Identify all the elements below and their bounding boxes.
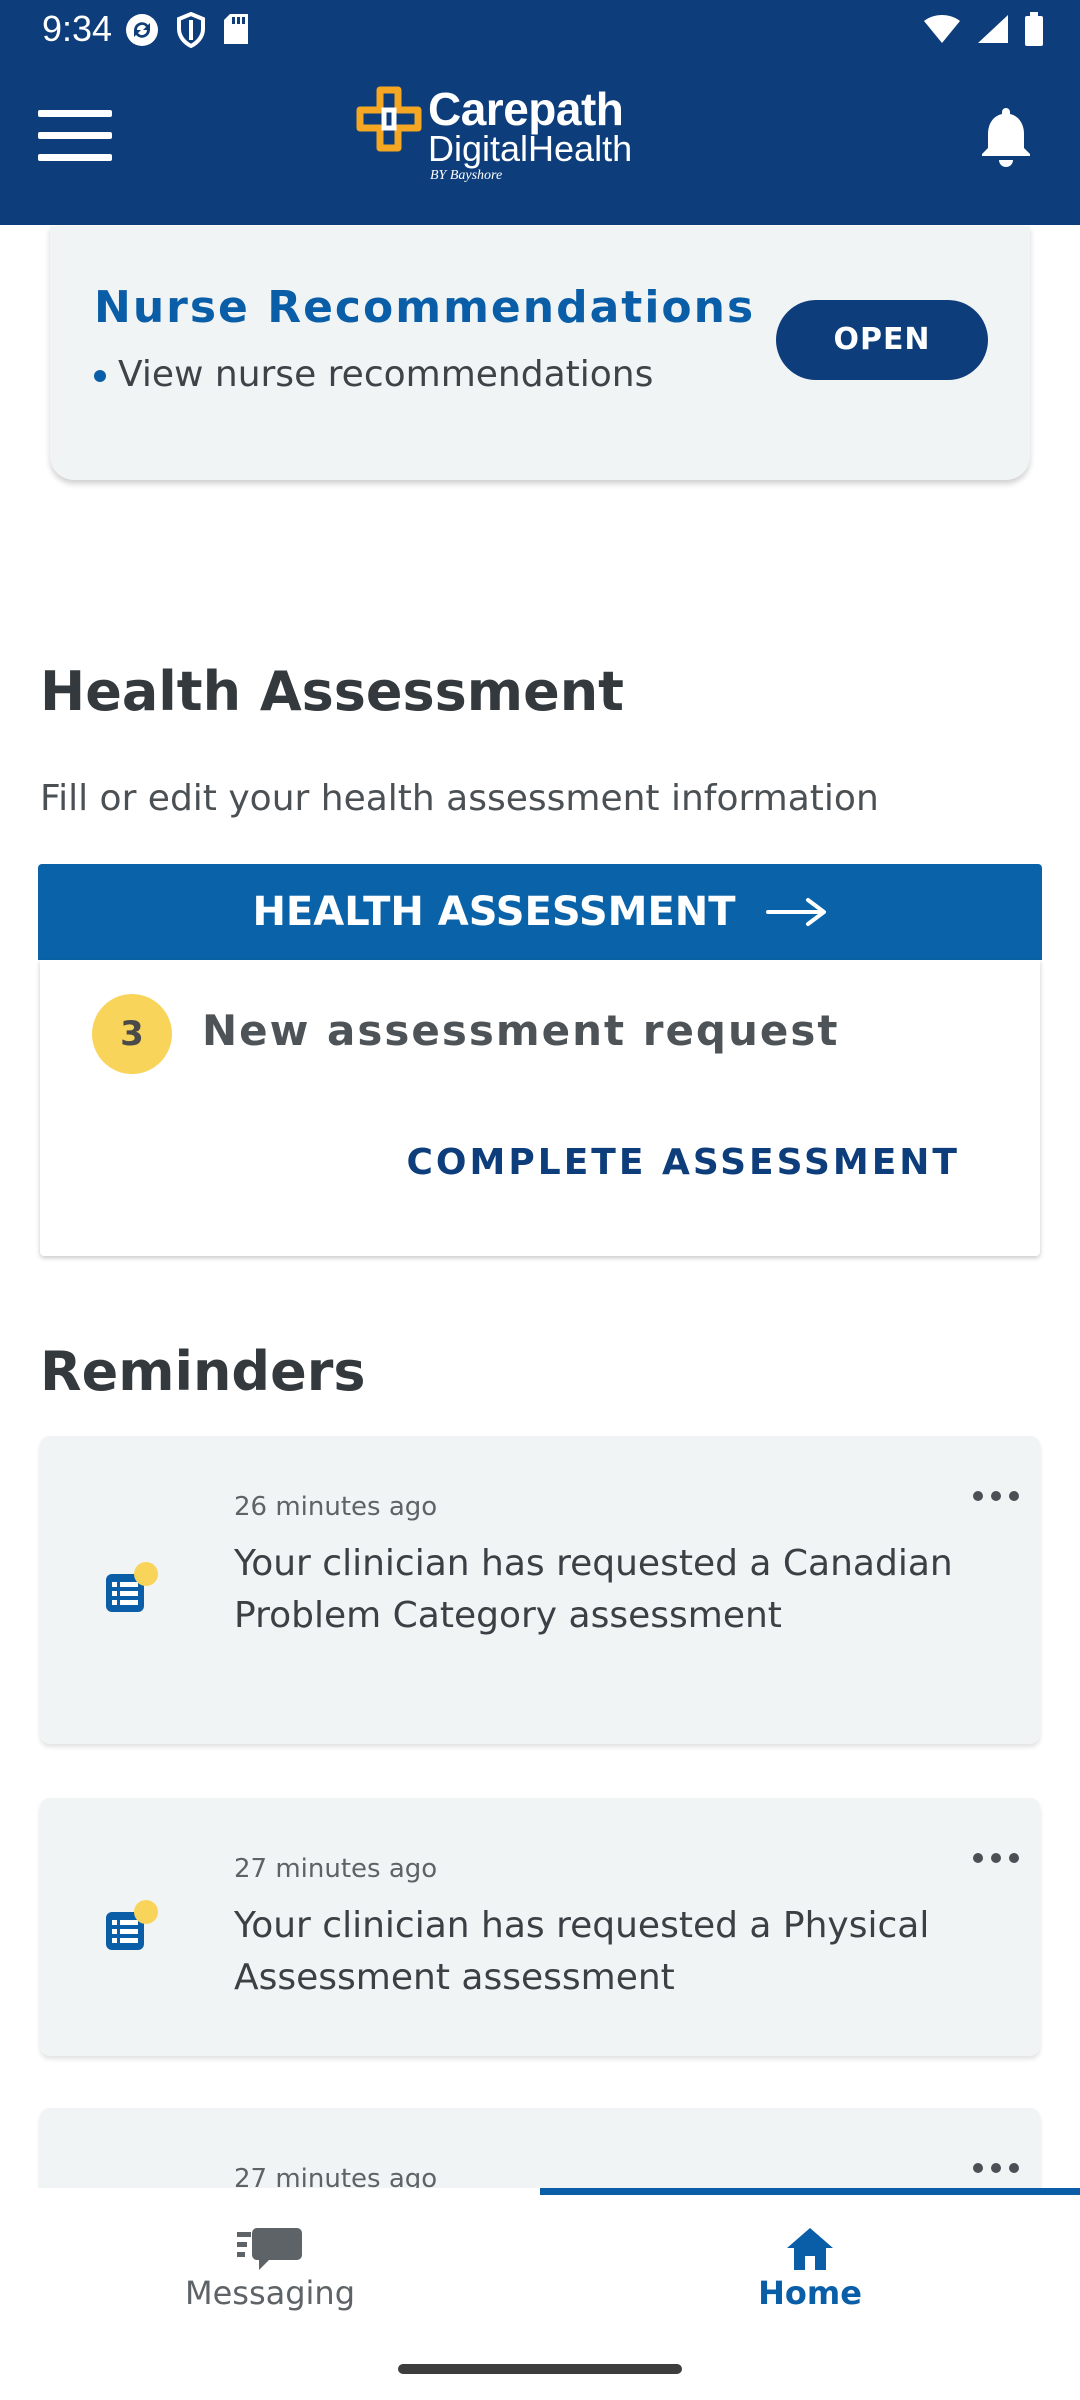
wifi-icon [924,15,960,43]
notifications-bell-icon[interactable] [974,104,1038,168]
nurse-card-subtitle-text: View nurse recommendations [118,354,654,395]
status-right-icons [922,12,1044,46]
status-time: 9:34 [42,8,113,49]
sd-card-icon [224,14,248,44]
app-header: 9:34 Carepath DigitalHealth BY Bayshore [0,0,1080,225]
carepath-logo: Carepath DigitalHealth BY Bayshore [354,82,654,188]
reminder-card[interactable]: 27 minutes ago Your clinician has reques… [40,1798,1040,2056]
reminder-time: 26 minutes ago [234,1492,438,1522]
health-assessment-button-label: HEALTH ASSESSMENT [252,889,736,935]
reminder-message: Your clinician has requested a Canadian … [234,1543,953,1636]
nurse-card-subtitle: View nurse recommendations [94,354,653,395]
more-options-icon[interactable] [968,1484,1024,1508]
status-bar: 9:34 [0,0,1080,64]
health-assessment-button[interactable]: HEALTH ASSESSMENT [38,864,1042,960]
battery-icon [1025,12,1043,46]
reminder-time: 27 minutes ago [234,1854,438,1884]
nurse-card-title: Nurse Recommendations [94,282,756,333]
more-options-icon[interactable] [968,2156,1024,2180]
brand-subname: DigitalHealth [428,128,633,169]
gesture-bar[interactable] [398,2364,682,2374]
request-count-badge: 3 [92,994,172,1074]
complete-assessment-link[interactable]: COMPLETE ASSESSMENT [407,1142,960,1183]
assessment-list-icon [106,1900,158,1950]
reminder-message: Your clinician has requested a Physical … [234,1905,930,1998]
assessment-list-icon [106,1562,158,1612]
signal-icon [978,15,1008,43]
home-icon [787,2228,833,2270]
nav-home[interactable]: Home [540,2218,1080,2328]
brand-byline: BY Bayshore [430,168,503,183]
bullet-dot [94,370,106,382]
open-button[interactable]: OPEN [776,300,988,380]
nav-label: Home [758,2274,862,2312]
new-request-text: New assessment request [202,1006,840,1055]
logo-cross-icon [356,86,422,152]
nav-label: Messaging [184,2274,356,2312]
active-tab-indicator [540,2188,1080,2195]
more-options-icon[interactable] [968,1846,1024,1870]
nav-messaging[interactable]: Messaging [0,2218,540,2328]
assessment-request-card: 3 New assessment request COMPLETE ASSESS… [40,960,1040,1256]
chat-icon [237,2228,302,2270]
health-assessment-description: Fill or edit your health assessment info… [40,778,879,819]
health-assessment-heading: Health Assessment [40,660,624,723]
shield-icon [177,12,205,48]
status-left-icons [124,12,250,48]
reminder-card[interactable]: 26 minutes ago Your clinician has reques… [40,1436,1040,1744]
arrow-right-icon [765,898,826,926]
reminders-heading: Reminders [40,1340,366,1403]
nurse-recommendations-card: Nurse Recommendations View nurse recomme… [50,226,1030,480]
sync-icon [126,14,158,46]
hamburger-menu-icon[interactable] [38,110,112,162]
